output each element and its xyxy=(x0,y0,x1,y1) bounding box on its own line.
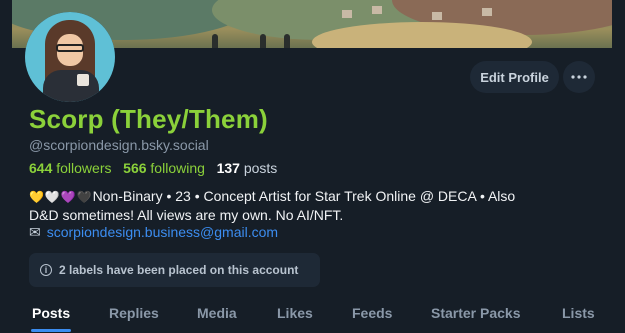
banner-house xyxy=(372,6,382,14)
banner-figure xyxy=(284,34,290,48)
yellow-heart-icon: 💛 xyxy=(29,190,44,204)
edit-profile-button[interactable]: Edit Profile xyxy=(470,61,559,93)
purple-heart-icon: 💜 xyxy=(60,190,76,204)
more-options-button[interactable] xyxy=(563,61,595,93)
posts-count: 137 xyxy=(216,160,240,176)
followers-link[interactable]: 644 followers xyxy=(29,160,115,176)
labels-notice[interactable]: i 2 labels have been placed on this acco… xyxy=(29,253,320,287)
bio-line-2: D&D sometimes! All views are my own. No … xyxy=(29,207,344,223)
banner-figure xyxy=(212,34,218,48)
profile-bio: 💛 🤍 💜 🖤 Non-Binary • 23 • Concept Artist… xyxy=(29,187,599,224)
profile-stats: 644 followers 566 following 137 posts xyxy=(29,160,277,176)
following-label: following xyxy=(150,160,205,176)
avatar[interactable] xyxy=(25,12,115,102)
tab-posts[interactable]: Posts xyxy=(32,305,70,321)
tab-replies[interactable]: Replies xyxy=(109,305,159,321)
posts-label: posts xyxy=(243,160,278,176)
labels-notice-text: 2 labels have been placed on this accoun… xyxy=(59,263,299,277)
display-name: Scorp (They/Them) xyxy=(29,104,268,134)
profile-tabs: Posts Replies Media Likes Feeds Starter … xyxy=(0,300,625,333)
tab-lists[interactable]: Lists xyxy=(562,305,595,321)
info-icon: i xyxy=(40,264,52,276)
tab-feeds[interactable]: Feeds xyxy=(352,305,392,321)
white-heart-icon: 🤍 xyxy=(44,190,60,204)
bio-email: ✉ scorpiondesign.business@gmail.com xyxy=(29,224,278,241)
following-link[interactable]: 566 following xyxy=(123,160,209,176)
banner-house xyxy=(342,10,352,18)
active-tab-indicator xyxy=(31,329,71,332)
email-link[interactable]: scorpiondesign.business@gmail.com xyxy=(47,224,278,240)
handle: @scorpiondesign.bsky.social xyxy=(29,137,209,153)
bio-line-1: Non-Binary • 23 • Concept Artist for Sta… xyxy=(92,188,516,204)
banner-figure xyxy=(260,34,266,48)
tab-media[interactable]: Media xyxy=(197,305,237,321)
avatar-image xyxy=(25,12,115,102)
banner-house xyxy=(432,12,442,20)
followers-count: 644 xyxy=(29,160,53,176)
black-heart-icon: 🖤 xyxy=(76,190,92,204)
tab-starter-packs[interactable]: Starter Packs xyxy=(431,305,521,321)
banner-house xyxy=(482,8,492,16)
envelope-icon: ✉ xyxy=(29,224,41,240)
following-count: 566 xyxy=(123,160,147,176)
followers-label: followers xyxy=(56,160,112,176)
ellipsis-icon xyxy=(571,75,587,79)
bio-emoji: 💛 🤍 💜 🖤 xyxy=(29,188,93,204)
tab-likes[interactable]: Likes xyxy=(277,305,313,321)
